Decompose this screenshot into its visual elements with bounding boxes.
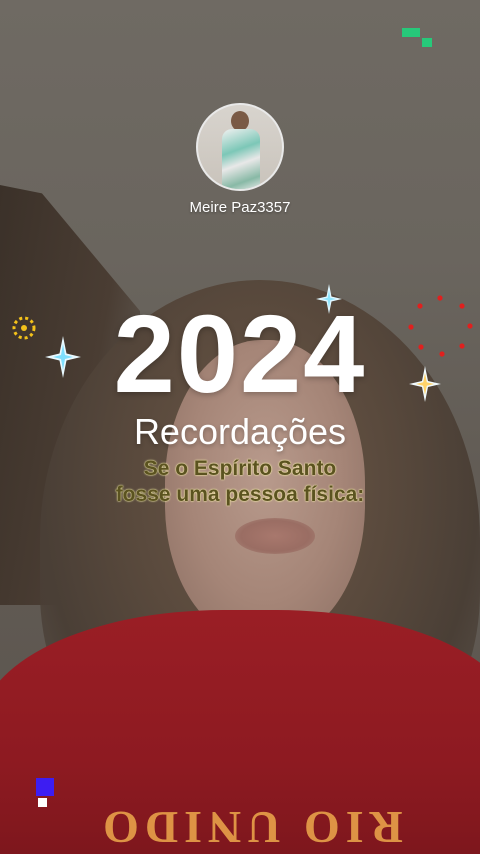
video-caption: Se o Espírito Santo fosse uma pessoa fís… — [0, 456, 480, 508]
year-title: 2024 — [113, 293, 367, 416]
username-label[interactable]: Meire Paz3357 — [0, 199, 480, 216]
memories-subtitle: Recordações — [133, 411, 347, 452]
shirt-print: RIO UNIDO — [97, 802, 403, 853]
avatar[interactable] — [196, 103, 284, 191]
caption-line-1: Se o Espírito Santo — [143, 457, 337, 480]
caption-line-2: fosse uma pessoa física: — [115, 483, 365, 506]
corner-pixel-icon — [402, 28, 434, 48]
person-mouth — [235, 518, 315, 554]
profile-header: Meire Paz3357 — [0, 103, 480, 216]
corner-pixel-icon — [36, 778, 56, 808]
